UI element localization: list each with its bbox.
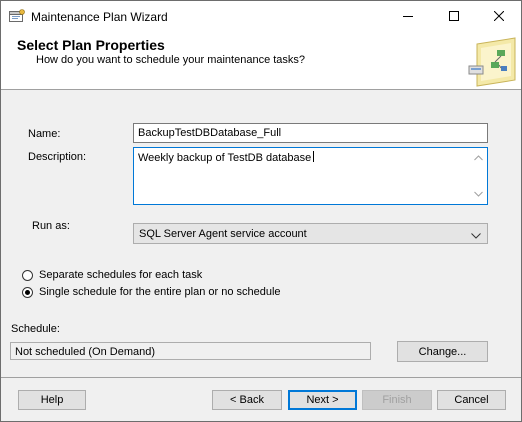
maximize-icon: [448, 10, 459, 24]
description-field[interactable]: Weekly backup of TestDB database: [133, 147, 488, 205]
cancel-button[interactable]: Cancel: [437, 390, 506, 410]
window-title: Maintenance Plan Wizard: [31, 10, 168, 24]
schedule-field: Not scheduled (On Demand): [10, 342, 371, 360]
minimize-icon: [402, 10, 413, 24]
radio-separate-schedules[interactable]: Separate schedules for each task: [22, 269, 202, 281]
radio-single-label: Single schedule for the entire plan or n…: [39, 286, 281, 298]
text-caret: [313, 151, 315, 162]
wizard-app-icon: [9, 9, 25, 23]
scroll-down-icon[interactable]: [474, 188, 483, 200]
name-field[interactable]: BackupTestDBDatabase_Full: [133, 123, 488, 143]
change-schedule-button[interactable]: Change...: [397, 341, 488, 362]
wizard-window: Maintenance Plan Wizard Select Plan Prop…: [0, 0, 522, 422]
schedule-value: Not scheduled (On Demand): [15, 346, 156, 358]
run-as-dropdown[interactable]: SQL Server Agent service account: [133, 223, 488, 244]
run-as-value: SQL Server Agent service account: [139, 228, 307, 240]
close-icon: [493, 10, 504, 24]
next-button[interactable]: Next >: [288, 390, 357, 410]
back-button[interactable]: < Back: [212, 390, 282, 410]
description-value: Weekly backup of TestDB database: [138, 152, 312, 164]
chevron-down-icon: [471, 230, 481, 242]
schedule-label: Schedule:: [11, 323, 60, 335]
page-subtitle: How do you want to schedule your mainten…: [36, 54, 306, 66]
scroll-up-icon[interactable]: [474, 152, 483, 164]
maintenance-plan-art-icon: [467, 36, 519, 88]
footer-separator: [1, 377, 521, 378]
title-bar: Maintenance Plan Wizard: [1, 1, 521, 32]
description-scrollbar[interactable]: [471, 149, 486, 203]
name-value: BackupTestDBDatabase_Full: [138, 127, 282, 139]
close-button[interactable]: [476, 1, 521, 32]
radio-button-selected[interactable]: [22, 286, 33, 298]
minimize-button[interactable]: [385, 1, 430, 32]
name-label: Name:: [28, 128, 61, 140]
maximize-button[interactable]: [431, 1, 476, 32]
page-title: Select Plan Properties: [17, 37, 165, 53]
description-label: Description:: [28, 151, 87, 163]
wizard-header: Select Plan Properties How do you want t…: [1, 32, 521, 90]
radio-button[interactable]: [22, 269, 33, 281]
run-as-label: Run as:: [32, 220, 70, 232]
radio-single-schedule[interactable]: Single schedule for the entire plan or n…: [22, 286, 281, 298]
help-button[interactable]: Help: [18, 390, 86, 410]
finish-button[interactable]: Finish: [362, 390, 432, 410]
radio-separate-label: Separate schedules for each task: [39, 269, 203, 281]
